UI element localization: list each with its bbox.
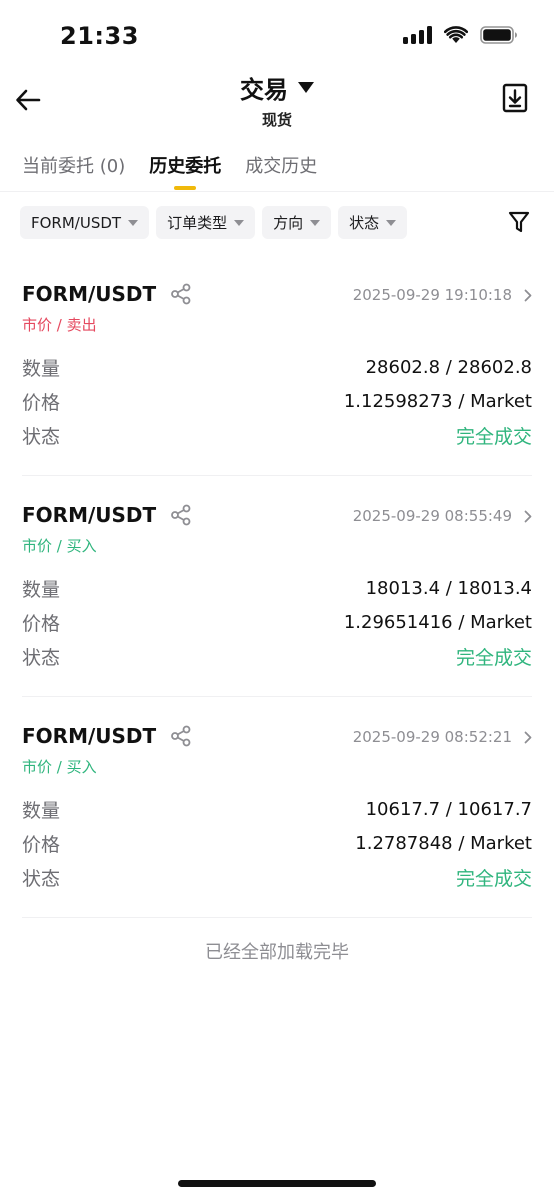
title-group: 交易 现货 <box>0 70 554 130</box>
status-bar: 21:33 <box>0 0 554 72</box>
order-pair: FORM/USDT <box>22 724 157 748</box>
filter-order-type[interactable]: 订单类型 <box>156 206 256 239</box>
chevron-right-icon <box>524 289 532 301</box>
filter-pair[interactable]: FORM/USDT <box>20 206 150 239</box>
order-card[interactable]: FORM/USDT 2025-09-29 08:52:21 市价 / 买入 数量… <box>22 724 532 894</box>
chevron-down-icon <box>128 219 139 226</box>
status-time: 21:33 <box>60 22 139 50</box>
filter-order-type-label: 订单类型 <box>167 214 228 232</box>
chevron-down-icon <box>310 219 321 226</box>
dropdown-caret-icon <box>298 82 314 93</box>
status-label: 状态 <box>22 867 61 890</box>
order-card[interactable]: FORM/USDT 2025-09-29 19:10:18 市价 / 卖出 数量… <box>22 282 532 452</box>
order-pair: FORM/USDT <box>22 503 157 527</box>
order-side: 市价 / 卖出 <box>22 316 97 334</box>
quantity-value: 10617.7 / 10617.7 <box>365 798 532 820</box>
order-time: 2025-09-29 08:55:49 <box>352 507 512 525</box>
chevron-down-icon <box>386 219 397 226</box>
filter-direction[interactable]: 方向 <box>262 206 332 239</box>
tabs-divider <box>0 191 554 192</box>
page-title: 交易 <box>240 76 288 104</box>
filter-pair-label: FORM/USDT <box>31 213 122 232</box>
order-card[interactable]: FORM/USDT 2025-09-29 08:55:49 市价 / 买入 数量… <box>22 503 532 673</box>
share-icon[interactable] <box>170 504 192 526</box>
tab-order-history[interactable]: 历史委托 <box>149 152 221 190</box>
status-value: 完全成交 <box>455 867 532 890</box>
quantity-value: 18013.4 / 18013.4 <box>365 577 532 599</box>
wifi-icon <box>444 26 468 43</box>
share-icon[interactable] <box>170 725 192 747</box>
chevron-down-icon <box>234 219 245 226</box>
download-icon[interactable] <box>502 83 528 113</box>
page-title-button[interactable]: 交易 <box>240 70 314 105</box>
battery-icon <box>480 26 517 44</box>
status-value: 完全成交 <box>455 646 532 669</box>
order-time: 2025-09-29 19:10:18 <box>352 286 512 304</box>
chevron-right-icon <box>524 510 532 522</box>
order-divider <box>22 696 532 697</box>
signal-icon <box>403 26 432 44</box>
status-icons <box>403 26 518 44</box>
filter-status-label: 状态 <box>349 214 380 232</box>
status-label: 状态 <box>22 646 61 669</box>
home-indicator[interactable] <box>178 1180 376 1187</box>
tab-open-orders[interactable]: 当前委托 (0) <box>22 152 125 190</box>
price-label: 价格 <box>22 833 61 856</box>
order-time: 2025-09-29 08:52:21 <box>352 728 512 746</box>
order-tabs: 当前委托 (0) 历史委托 成交历史 <box>22 152 317 190</box>
quantity-label: 数量 <box>22 357 61 380</box>
tab-trade-history[interactable]: 成交历史 <box>245 152 317 190</box>
order-divider <box>22 917 532 918</box>
filter-direction-label: 方向 <box>273 214 304 232</box>
status-value: 完全成交 <box>455 425 532 448</box>
quantity-label: 数量 <box>22 578 61 601</box>
quantity-value: 28602.8 / 28602.8 <box>365 356 532 378</box>
price-value: 1.2787848 / Market <box>355 832 532 854</box>
share-icon[interactable] <box>170 283 192 305</box>
filter-icon[interactable] <box>508 210 530 234</box>
order-divider <box>22 475 532 476</box>
quantity-label: 数量 <box>22 799 61 822</box>
page-subtitle: 现货 <box>261 111 292 129</box>
end-of-list-message: 已经全部加载完毕 <box>205 942 349 963</box>
order-side: 市价 / 买入 <box>22 758 97 776</box>
price-value: 1.29651416 / Market <box>343 611 532 633</box>
order-side: 市价 / 买入 <box>22 537 97 555</box>
status-label: 状态 <box>22 425 61 448</box>
price-label: 价格 <box>22 391 61 414</box>
price-value: 1.12598273 / Market <box>343 390 532 412</box>
order-pair: FORM/USDT <box>22 282 157 306</box>
price-label: 价格 <box>22 612 61 635</box>
filter-bar: FORM/USDT 订单类型 方向 状态 <box>20 206 408 239</box>
filter-status[interactable]: 状态 <box>338 206 408 239</box>
chevron-right-icon <box>524 731 532 743</box>
nav-header: 交易 现货 <box>0 66 554 132</box>
